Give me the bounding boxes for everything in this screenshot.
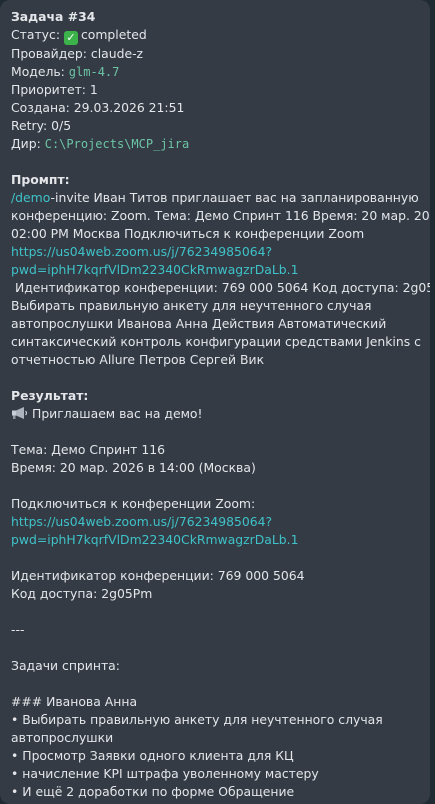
prompt-line-4: Идентификатор конференции: 769 000 5064 … [11,280,430,295]
status-value: completed [80,27,147,42]
status-line: Статус: ✓ completed [11,26,419,45]
created-line: Создана: 29.03.2026 21:51 [11,100,185,115]
priority-line: Приоритет: 1 [11,82,98,97]
prompt-heading: Промпт: [11,172,70,187]
prompt-zoom-link[interactable]: https://us04web.zoom.us/j/76234985064? p… [11,243,419,279]
person-heading: ### Иванова Анна [11,694,138,709]
check-mark-icon: ✓ [63,31,78,45]
prompt-line-5: Выбирать правильную анкету для неучтенно… [11,298,372,313]
task-title: Задача #34 [11,9,96,24]
prompt-zoom-link-line1[interactable]: https://us04web.zoom.us/j/76234985064? [11,243,419,261]
provider-line: Провайдер: claude-z [11,46,144,61]
prompt-line-1: /demo-invite Иван Титов приглашает вас н… [11,189,419,207]
bullet-item: • И ещё 2 доработки по форме Обращение [11,784,295,799]
invite-text: Приглашаем вас на демо! [32,406,203,421]
prompt-text: -invite Иван Титов приглашает вас на зап… [50,190,419,205]
result-heading: Результат: [11,388,89,403]
prompt-line-8: отчетностью Allure Петров Сергей Вик [11,352,265,367]
invite-line: Приглашаем вас на демо! [11,405,419,423]
time-line: Время: 20 мар. 2026 в 14:00 (Москва) [11,460,256,475]
bullet-item-continued: автопрослушки [11,730,114,745]
result-zoom-link[interactable]: https://us04web.zoom.us/j/76234985064? p… [11,513,419,549]
megaphone-icon [12,407,28,419]
prompt-line-6: автопрослушки Иванова Анна Действия Авто… [11,316,387,331]
model-value[interactable]: glm-4.7 [69,65,120,79]
demo-command-link[interactable]: /demo [11,190,51,205]
status-label: Статус: [11,27,64,42]
bullet-item: • начисление KPI штрафа уволенному масте… [11,766,319,781]
prompt-line-2: конференцию: Zoom. Тема: Демо Спринт 116… [11,208,430,223]
prompt-zoom-link-line2[interactable]: pwd=iphH7kqrfVlDm22340CkRmwagzrDaLb.1 [11,261,419,279]
access-code-line: Код доступа: 2g05Pm [11,586,153,601]
dir-label: Дир: [11,136,45,151]
separator: --- [11,622,25,637]
model-label: Модель: [11,64,69,79]
model-line: Модель: glm-4.7 [11,63,419,81]
prompt-line-7: синтаксический контроль конфигурации сре… [11,334,421,349]
result-zoom-link-line1[interactable]: https://us04web.zoom.us/j/76234985064? [11,513,419,531]
bullet-item: • Выбирать правильную анкету для неучтен… [11,712,383,727]
result-zoom-link-line2[interactable]: pwd=iphH7kqrfVlDm22340CkRmwagzrDaLb.1 [11,531,419,549]
retry-line: Retry: 0/5 [11,118,72,133]
dir-value[interactable]: C:\Projects\MCP_jira [45,137,190,151]
topic-line: Тема: Демо Спринт 116 [11,442,165,457]
task-message-bubble: Задача #34 Статус: ✓ completed Провайдер:… [0,0,430,804]
sprint-tasks-heading: Задачи спринта: [11,658,120,673]
prompt-line-3: 02:00 PM Москва Подключиться к конференц… [11,226,365,241]
bullet-item: • Просмотр Заявки одного клиента для КЦ [11,748,294,763]
connect-line: Подключиться к конференции Zoom: [11,496,256,511]
dir-line: Дир: C:\Projects\MCP_jira [11,135,419,153]
conference-id-line: Идентификатор конференции: 769 000 5064 [11,568,305,583]
